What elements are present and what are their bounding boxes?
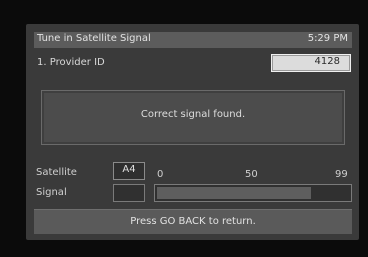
provider-id-row[interactable]: 1. Provider ID 4128 [34,54,352,72]
satellite-field: A4 [113,162,145,180]
signal-scale-min: 0 [157,169,164,180]
signal-strength-meter [154,184,352,202]
screen-title: Tune in Satellite Signal [37,33,151,44]
signal-value-box [113,184,145,202]
go-back-instruction: Press GO BACK to return. [130,216,256,227]
signal-scale-max: 99 [335,169,348,180]
signal-strength-fill [157,187,311,199]
signal-scale-mid: 50 [245,169,258,180]
status-message: Correct signal found. [140,109,246,120]
footer-bar: Press GO BACK to return. [34,209,352,234]
signal-label: Signal [36,187,67,198]
title-bar: Tune in Satellite Signal 5:29 PM [34,32,352,48]
clock-time: 5:29 PM [307,33,348,44]
satellite-label: Satellite [36,167,77,178]
provider-id-field[interactable]: 4128 [271,54,351,72]
tv-screen-panel: Tune in Satellite Signal 5:29 PM 1. Prov… [26,24,359,240]
satellite-value: A4 [122,164,136,175]
provider-id-value: 4128 [314,56,340,67]
status-message-box: Correct signal found. [41,90,345,145]
provider-id-label: 1. Provider ID [37,57,105,68]
